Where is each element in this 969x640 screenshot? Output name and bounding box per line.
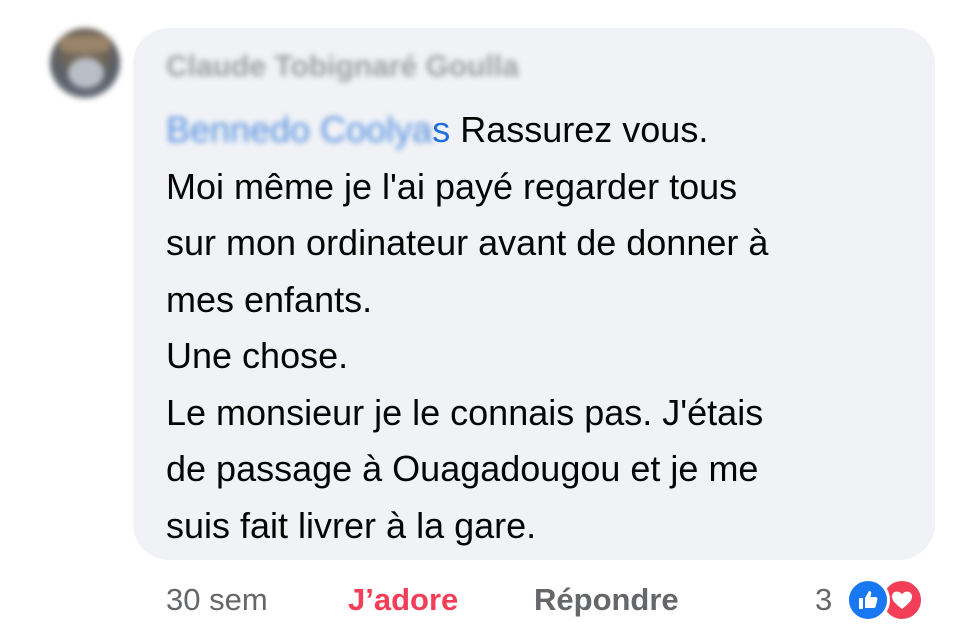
comment-line-1: Bennedo Coolyas Rassurez vous. [166, 102, 916, 159]
like-icon [846, 578, 890, 622]
comment-line-3: sur mon ordinateur avant de donner à [166, 222, 769, 263]
mention-blurred: Bennedo Coolya [166, 109, 433, 150]
reaction-icons[interactable] [846, 578, 940, 622]
comment-line-7: de passage à Ouagadougou et je me [166, 448, 759, 489]
comment-line-8: suis fait livrer à la gare. [166, 504, 537, 546]
reply-button[interactable]: Répondre [534, 582, 679, 618]
avatar[interactable] [50, 28, 120, 98]
comment-timestamp[interactable]: 30 sem [166, 582, 268, 618]
mention-visible: s [432, 109, 451, 150]
reaction-count[interactable]: 3 [815, 582, 832, 618]
comment-line-6: Le monsieur je le connais pas. J'étais [166, 391, 764, 433]
avatar-hat [60, 36, 110, 52]
comment-line-text: Rassurez vous. [460, 109, 709, 150]
comment-line-5: Une chose. [166, 335, 349, 376]
react-button[interactable]: J’adore [348, 582, 458, 618]
mention-link[interactable]: Bennedo Coolyas [166, 109, 450, 150]
comment-line-4: mes enfants. [166, 278, 373, 320]
comment-text: Bennedo Coolyas Rassurez vous. Moi même … [166, 102, 916, 554]
avatar-face [68, 58, 104, 88]
comment-line-2: Moi même je l'ai payé regarder tous [166, 165, 738, 207]
comment-author[interactable]: Claude Tobignaré Goulla [166, 50, 519, 84]
